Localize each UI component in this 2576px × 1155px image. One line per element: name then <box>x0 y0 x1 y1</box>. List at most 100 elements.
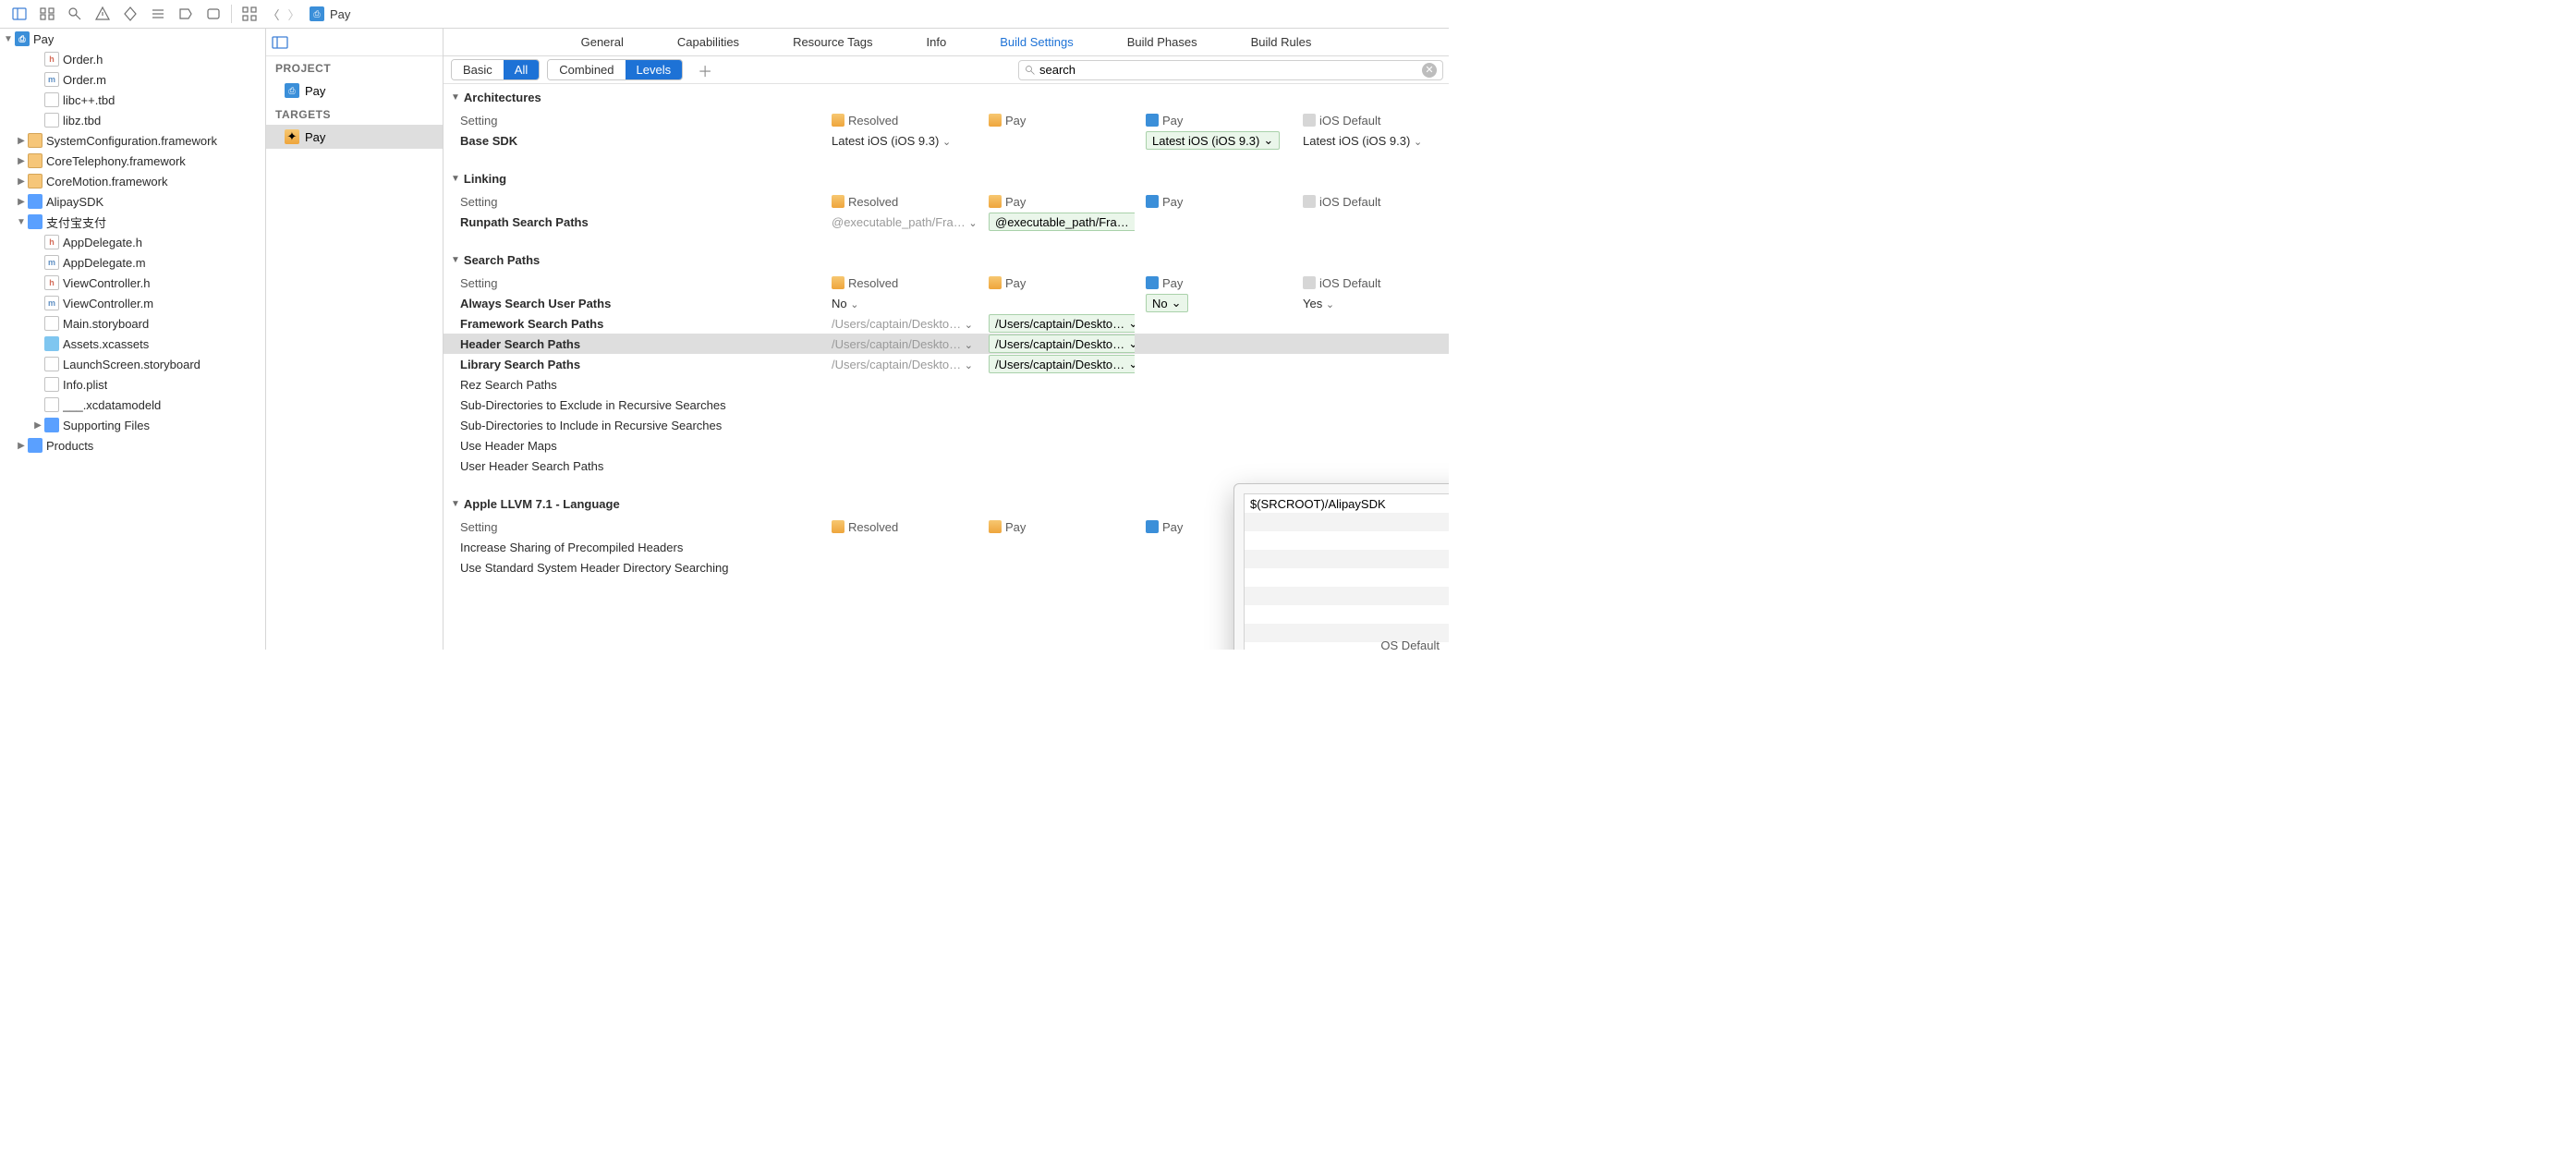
nav-item[interactable]: ___.xcdatamodeld <box>0 395 265 415</box>
add-setting-button[interactable]: ＋ <box>698 59 712 81</box>
nav-item[interactable]: LaunchScreen.storyboard <box>0 354 265 374</box>
test-nav-tab-icon[interactable] <box>116 0 144 28</box>
setting-row[interactable]: Use Header Maps <box>444 435 1449 456</box>
nav-item[interactable]: ▶Products <box>0 435 265 456</box>
setting-row[interactable]: Sub-Directories to Include in Recursive … <box>444 415 1449 435</box>
issue-nav-tab-icon[interactable] <box>89 0 116 28</box>
tab-build-phases[interactable]: Build Phases <box>1127 35 1197 49</box>
setting-value[interactable]: @executable_path/Fra… ⌄ <box>820 215 978 229</box>
setting-value-box[interactable]: No ⌄ <box>1146 294 1188 312</box>
setting-value-box[interactable]: /Users/captain/Deskto… ⌄ <box>989 355 1135 373</box>
scope-levels-button[interactable]: Levels <box>626 60 683 79</box>
tab-resource-tags[interactable]: Resource Tags <box>793 35 872 49</box>
setting-row[interactable]: Runpath Search Paths@executable_path/Fra… <box>444 212 1449 232</box>
nav-back-icon[interactable]: 〈 <box>263 0 284 28</box>
clear-search-icon[interactable]: ✕ <box>1422 63 1437 78</box>
breakpoint-nav-tab-icon[interactable] <box>172 0 200 28</box>
tab-info[interactable]: Info <box>927 35 947 49</box>
project-icon: ⎙ <box>15 31 30 46</box>
related-items-icon[interactable] <box>236 0 263 28</box>
nav-item[interactable]: ▶CoreMotion.framework <box>0 171 265 191</box>
disclosure-triangle-icon[interactable]: ▼ <box>17 217 26 226</box>
section-header[interactable]: ▼Architectures <box>444 84 1449 110</box>
nav-root[interactable]: ▼ ⎙ Pay <box>0 29 265 49</box>
debug-nav-tab-icon[interactable] <box>144 0 172 28</box>
nav-item[interactable]: libz.tbd <box>0 110 265 130</box>
nav-item[interactable]: libc++.tbd <box>0 90 265 110</box>
setting-row[interactable]: Base SDKLatest iOS (iOS 9.3) ⌄Latest iOS… <box>444 130 1449 151</box>
nav-forward-icon[interactable]: 〉 <box>284 0 304 28</box>
disclosure-triangle-icon[interactable]: ▶ <box>33 420 43 430</box>
scope-all-button[interactable]: All <box>504 60 539 79</box>
target-row[interactable]: ✦ Pay <box>266 125 443 149</box>
setting-value-box[interactable]: @executable_path/Fra… ⌄ <box>989 213 1135 231</box>
search-nav-tab-icon[interactable] <box>61 0 89 28</box>
section-header[interactable]: ▼Search Paths <box>444 247 1449 273</box>
nav-item[interactable]: hOrder.h <box>0 49 265 69</box>
setting-row[interactable]: Header Search Paths/Users/captain/Deskto… <box>444 334 1449 354</box>
path-value[interactable]: $(SRCROOT)/AlipaySDK <box>1245 497 1449 511</box>
breadcrumb[interactable]: ⎙ Pay <box>304 6 350 21</box>
setting-value[interactable]: Yes ⌄ <box>1292 297 1449 310</box>
disclosure-triangle-icon[interactable]: ▼ <box>451 92 460 103</box>
setting-row[interactable]: Always Search User PathsNo ⌄No ⌄Yes ⌄ <box>444 293 1449 313</box>
nav-item[interactable]: ▶SystemConfiguration.framework <box>0 130 265 151</box>
disclosure-triangle-icon[interactable]: ▼ <box>451 255 460 265</box>
nav-item[interactable]: Main.storyboard <box>0 313 265 334</box>
disclosure-triangle-icon[interactable]: ▼ <box>451 174 460 184</box>
disclosure-triangle-icon[interactable]: ▶ <box>17 136 26 145</box>
nav-item[interactable]: ▶ Supporting Files <box>0 415 265 435</box>
search-settings-field[interactable]: ✕ <box>1018 60 1443 80</box>
setting-row[interactable]: Rez Search Paths <box>444 374 1449 395</box>
setting-row[interactable]: Framework Search Paths/Users/captain/Des… <box>444 313 1449 334</box>
nav-item[interactable]: Assets.xcassets <box>0 334 265 354</box>
nav-item[interactable]: ▼支付宝支付 <box>0 212 265 232</box>
setting-value[interactable]: Latest iOS (iOS 9.3) ⌄ <box>820 134 978 148</box>
disclosure-triangle-icon[interactable]: ▼ <box>4 34 13 43</box>
setting-value[interactable]: Latest iOS (iOS 9.3) ⌄ <box>1292 134 1449 148</box>
disclosure-triangle-icon[interactable]: ▶ <box>17 156 26 165</box>
disclosure-triangle-icon[interactable]: ▶ <box>17 176 26 186</box>
scope-basic-button[interactable]: Basic <box>452 60 504 79</box>
nav-item[interactable]: ▶AlipaySDK <box>0 191 265 212</box>
paths-list[interactable]: $(SRCROOT)/AlipaySDK non-recursive ⇅ <box>1244 493 1449 650</box>
setting-value[interactable]: /Users/captain/Deskto… ⌄ <box>820 317 978 331</box>
scope-combined-button[interactable]: Combined <box>548 60 625 79</box>
setting-value[interactable]: /Users/captain/Deskto… ⌄ <box>820 358 978 371</box>
section-header[interactable]: ▼Linking <box>444 165 1449 191</box>
setting-row[interactable]: Library Search Paths/Users/captain/Deskt… <box>444 354 1449 374</box>
project-row[interactable]: ⎙ Pay <box>266 79 443 103</box>
tab-capabilities[interactable]: Capabilities <box>677 35 739 49</box>
report-nav-tab-icon[interactable] <box>200 0 227 28</box>
disclosure-triangle-icon[interactable]: ▶ <box>17 197 26 206</box>
setting-row[interactable]: User Header Search Paths <box>444 456 1449 476</box>
nav-item[interactable]: ▶CoreTelephony.framework <box>0 151 265 171</box>
setting-value-box[interactable]: Latest iOS (iOS 9.3) ⌄ <box>1146 131 1280 150</box>
nav-item[interactable]: hViewController.h <box>0 273 265 293</box>
toolbar-separator <box>231 5 232 23</box>
nav-item[interactable]: mViewController.m <box>0 293 265 313</box>
setting-value[interactable]: /Users/captain/Deskto… ⌄ <box>820 337 978 351</box>
nav-item[interactable]: mOrder.m <box>0 69 265 90</box>
nav-item-label: Main.storyboard <box>63 317 149 331</box>
nav-item[interactable]: hAppDelegate.h <box>0 232 265 252</box>
search-input[interactable] <box>1039 63 1422 77</box>
setting-value-box[interactable]: /Users/captain/Deskto… ⌄ <box>989 314 1135 333</box>
file-navigator[interactable]: ▼ ⎙ Pay hOrder.hmOrder.mlibc++.tbdlibz.t… <box>0 29 266 650</box>
side-panel-toggle[interactable] <box>266 29 443 56</box>
file-nav-tab-icon[interactable] <box>6 0 33 28</box>
setting-value-box[interactable]: /Users/captain/Deskto… ⌄ <box>989 334 1135 353</box>
col-pay2: Pay <box>1162 114 1183 128</box>
disclosure-triangle-icon[interactable]: ▼ <box>451 499 460 509</box>
tab-build-rules[interactable]: Build Rules <box>1251 35 1312 49</box>
setting-row[interactable]: Sub-Directories to Exclude in Recursive … <box>444 395 1449 415</box>
tab-build-settings[interactable]: Build Settings <box>1000 35 1074 49</box>
list-item[interactable]: $(SRCROOT)/AlipaySDK non-recursive ⇅ <box>1245 494 1449 513</box>
nav-item-label: Supporting Files <box>63 419 150 432</box>
nav-item[interactable]: mAppDelegate.m <box>0 252 265 273</box>
disclosure-triangle-icon[interactable]: ▶ <box>17 441 26 450</box>
setting-value[interactable]: No ⌄ <box>820 297 978 310</box>
tab-general[interactable]: General <box>581 35 624 49</box>
nav-item[interactable]: Info.plist <box>0 374 265 395</box>
symbol-nav-tab-icon[interactable] <box>33 0 61 28</box>
